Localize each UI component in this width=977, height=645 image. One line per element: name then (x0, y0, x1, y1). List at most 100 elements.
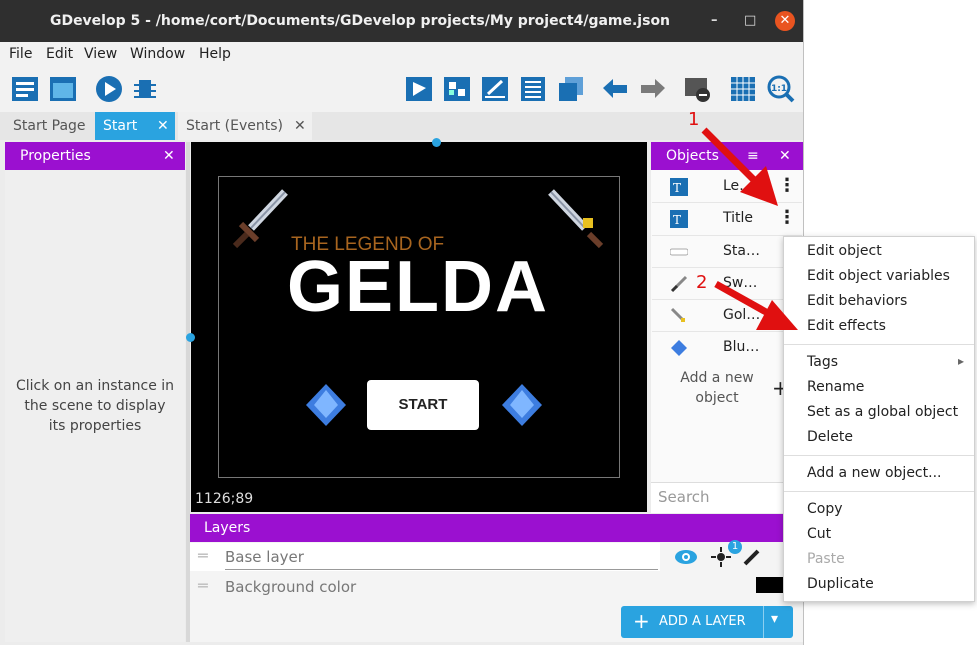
plus-icon: + (633, 609, 650, 633)
tab-start[interactable]: Start ✕ (95, 112, 175, 140)
gem-icon (671, 340, 687, 356)
preview-play-icon[interactable] (94, 74, 124, 104)
tab-close-icon[interactable]: ✕ (157, 112, 169, 140)
instances-list-icon[interactable] (518, 74, 548, 104)
properties-close-icon[interactable]: ✕ (163, 142, 175, 170)
layers-title: Layers (204, 520, 251, 536)
close-window-button[interactable]: ✕ (775, 11, 795, 31)
start-game-button[interactable]: START (367, 380, 479, 430)
menu-add-new-object[interactable]: Add a new object... (807, 465, 941, 481)
menu-rename[interactable]: Rename (807, 379, 864, 395)
maximize-button[interactable]: □ (744, 13, 756, 28)
menu-file[interactable]: File (9, 46, 32, 62)
properties-edit-icon[interactable] (480, 74, 510, 104)
svg-text:T: T (673, 213, 681, 227)
sword-gold-image[interactable] (545, 188, 607, 250)
title-bar: GDevelop 5 - /home/cort/Documents/GDevel… (0, 0, 803, 42)
menu-bar: File Edit View Window Help (0, 42, 803, 66)
menu-tags[interactable]: Tags (807, 354, 838, 370)
cursor-coordinates: 1126;89 (195, 491, 254, 507)
game-title-text[interactable]: GELDA (287, 246, 549, 328)
menu-separator (784, 455, 974, 456)
menu-paste: Paste (807, 551, 845, 567)
object-context-menu: Edit object Edit object variables Edit b… (783, 236, 975, 602)
debugger-bug-icon[interactable] (130, 74, 160, 104)
dropdown-caret-icon[interactable]: ▾ (771, 611, 778, 627)
menu-edit-effects[interactable]: Edit effects (807, 318, 886, 334)
menu-cut[interactable]: Cut (807, 526, 831, 542)
add-layer-label: ADD A LAYER (659, 614, 746, 629)
more-options-icon[interactable]: ⋮ (778, 207, 796, 228)
redo-icon[interactable] (638, 74, 668, 104)
layer-row: ═ Background color (190, 573, 660, 601)
button-divider (763, 606, 764, 638)
annotation-number-1: 1 (688, 109, 700, 130)
drag-handle-icon[interactable]: ═ (198, 546, 208, 565)
menu-window[interactable]: Window (130, 46, 185, 62)
object-row[interactable]: Sta… ⋮ (652, 235, 802, 268)
menu-separator (784, 344, 974, 345)
properties-header: Properties ✕ (5, 142, 185, 170)
project-manager-icon[interactable] (10, 74, 40, 104)
layer-underline (225, 569, 658, 570)
menu-set-global[interactable]: Set as a global object (807, 404, 958, 420)
menu-edit-object-variables[interactable]: Edit object variables (807, 268, 950, 284)
object-name: Blu… (723, 339, 760, 355)
tab-close-icon[interactable]: ✕ (294, 112, 306, 140)
object-groups-icon[interactable] (442, 74, 472, 104)
submenu-arrow-icon: ▸ (958, 354, 965, 368)
tab-start-page[interactable]: Start Page (5, 112, 94, 140)
visibility-eye-icon[interactable] (674, 547, 698, 567)
effects-count-badge: 1 (728, 540, 742, 554)
scene-canvas[interactable]: THE LEGEND OF GELDA START 1126;89 (191, 142, 647, 512)
object-name: Title (723, 210, 754, 226)
drag-handle-icon: ═ (198, 576, 208, 595)
add-layer-button[interactable]: + ADD A LAYER ▾ (621, 606, 793, 638)
resize-handle-left[interactable] (186, 333, 195, 342)
svg-text:T: T (673, 181, 681, 195)
zoom-reset-icon[interactable]: 1:1 (766, 74, 796, 104)
menu-duplicate[interactable]: Duplicate (807, 576, 874, 592)
window-title: GDevelop 5 - /home/cort/Documents/GDevel… (49, 13, 671, 29)
layer-name[interactable]: Base layer (225, 548, 304, 566)
annotation-arrow-2-icon (714, 280, 798, 330)
layers-icon[interactable] (556, 74, 586, 104)
add-new-object-label[interactable]: Add a new object (672, 368, 762, 408)
text-object-icon: T (670, 178, 688, 196)
annotation-arrow-1-icon (701, 127, 778, 206)
properties-hint: Click on an instance in the scene to dis… (15, 378, 175, 434)
menu-separator (784, 491, 974, 492)
sword-icon (670, 275, 688, 293)
resize-handle-top[interactable] (432, 138, 441, 147)
undo-icon[interactable] (600, 74, 630, 104)
sword-left-image[interactable] (229, 188, 291, 250)
minimize-button[interactable]: – (711, 13, 718, 28)
menu-view[interactable]: View (84, 46, 117, 62)
menu-edit-object[interactable]: Edit object (807, 243, 882, 259)
layer-row[interactable]: ═ Base layer (190, 543, 660, 571)
object-editor-icon[interactable] (404, 74, 434, 104)
blue-gem-image[interactable] (500, 382, 544, 428)
tab-start-events[interactable]: Start (Events) ✕ (178, 112, 312, 140)
gdevelop-window: GDevelop 5 - /home/cort/Documents/GDevel… (0, 0, 804, 645)
annotation-number-2: 2 (696, 272, 708, 293)
properties-title: Properties (20, 148, 91, 164)
menu-edit[interactable]: Edit (46, 46, 73, 62)
search-input[interactable]: Search (658, 488, 710, 506)
hide-instances-icon[interactable] (682, 74, 712, 104)
grid-icon[interactable] (728, 74, 758, 104)
editor-tabs: Start Page Start ✕ Start (Events) ✕ (0, 112, 803, 140)
object-search-box[interactable]: Search (651, 482, 803, 513)
text-object-icon: T (670, 210, 688, 228)
gold-sword-icon (670, 307, 685, 322)
menu-edit-behaviors[interactable]: Edit behaviors (807, 293, 907, 309)
edit-pencil-icon[interactable] (742, 547, 762, 567)
svg-text:1:1: 1:1 (771, 84, 787, 94)
blue-gem-image[interactable] (304, 382, 348, 428)
button-object-icon (670, 248, 688, 256)
menu-delete[interactable]: Delete (807, 429, 853, 445)
menu-copy[interactable]: Copy (807, 501, 843, 517)
scene-window-icon[interactable] (48, 74, 78, 104)
menu-help[interactable]: Help (199, 46, 231, 62)
background-color-swatch[interactable] (756, 577, 784, 593)
